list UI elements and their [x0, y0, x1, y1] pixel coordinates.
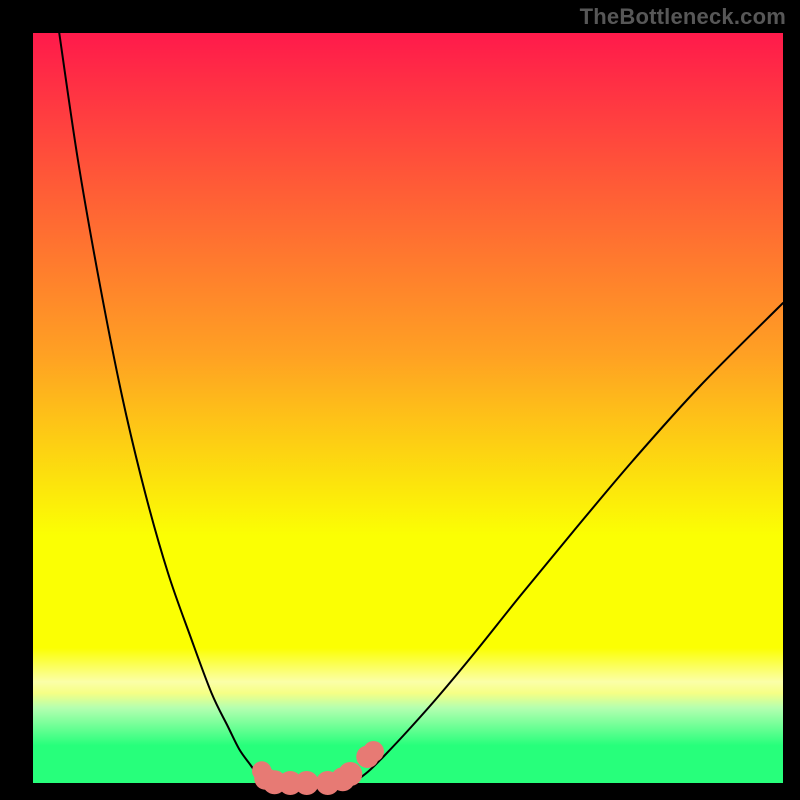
plot-area — [33, 33, 783, 783]
data-marker — [338, 762, 362, 786]
watermark-text: TheBottleneck.com — [580, 4, 786, 30]
curve-layer — [33, 33, 783, 783]
chart-frame: TheBottleneck.com — [0, 0, 800, 800]
data-marker — [363, 741, 384, 762]
data-marker — [295, 771, 319, 795]
bottleneck-curve — [59, 33, 783, 783]
